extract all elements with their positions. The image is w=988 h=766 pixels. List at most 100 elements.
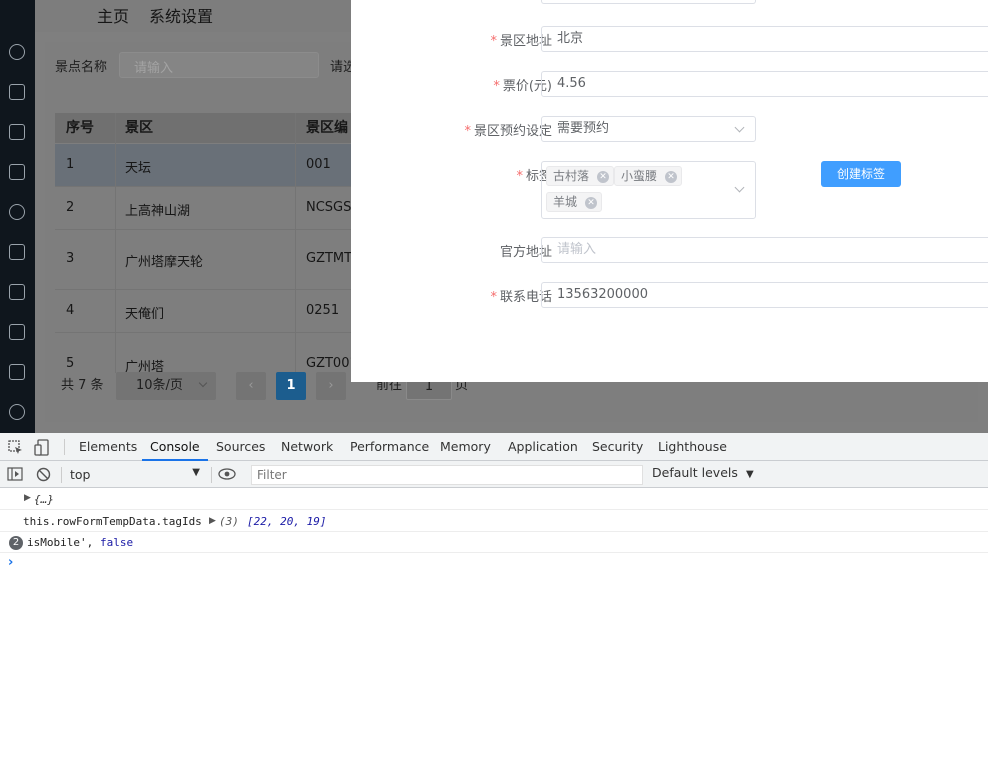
row-index: 5 xyxy=(66,356,75,371)
row-index: 2 xyxy=(66,200,75,215)
table-row[interactable]: 3 广州塔摩天轮 GZTMT xyxy=(55,230,355,290)
console-toolbar: top ▼ Filter Default levels ▼ xyxy=(0,461,988,488)
column-divider xyxy=(115,113,116,373)
report-icon[interactable] xyxy=(9,284,25,300)
console-filter-input[interactable]: Filter xyxy=(251,465,643,485)
yen-icon[interactable] xyxy=(9,204,25,220)
log-levels-select[interactable]: Default levels ▼ xyxy=(652,465,754,485)
col-header-index: 序号 xyxy=(66,120,94,136)
col-header-code: 景区编号 xyxy=(306,120,348,166)
phone-input[interactable]: 13563200000 xyxy=(541,282,988,308)
log-text: this.rowFormTempData.tagIds xyxy=(23,515,202,528)
row-name: 天俺们 xyxy=(125,307,165,322)
row-index: 1 xyxy=(66,157,75,172)
clear-console-icon[interactable] xyxy=(36,467,51,482)
row-code: 001 xyxy=(306,157,331,172)
app-window: 主页 系统设置 景点名称 请输入 请选 序号 景区 景区编号 1 天坛 001 … xyxy=(0,0,988,433)
close-icon[interactable]: ✕ xyxy=(585,197,598,209)
booking-label: * 景区预约设定 xyxy=(464,124,552,139)
tab-elements[interactable]: Elements xyxy=(79,433,137,461)
column-divider xyxy=(295,113,296,373)
tag-chip: 羊城 ✕ xyxy=(546,192,603,212)
table-row[interactable]: 1 天坛 001 xyxy=(55,144,355,187)
tag-label: 古村落 xyxy=(553,169,590,183)
tab-console[interactable]: Console xyxy=(142,433,208,461)
row-code: NCSGS xyxy=(306,200,352,215)
close-icon[interactable]: ✕ xyxy=(597,171,610,183)
total-count: 共 7 条 xyxy=(61,378,104,393)
next-page-button[interactable]: › xyxy=(316,372,346,400)
tag-chip: 小蛮腰 ✕ xyxy=(614,166,683,186)
row-name: 广州塔 xyxy=(125,360,165,373)
row-index: 4 xyxy=(66,303,75,318)
console-prompt[interactable]: › xyxy=(0,554,988,574)
calendar-icon[interactable] xyxy=(9,244,25,260)
name-filter-input[interactable]: 请输入 xyxy=(119,52,319,78)
booking-value: 需要预约 xyxy=(557,121,610,136)
toolbar-divider xyxy=(61,467,62,483)
table-row[interactable]: 4 天俺们 0251 xyxy=(55,290,355,333)
prompt-chevron-icon: › xyxy=(8,555,14,570)
log-object: {…} xyxy=(34,493,54,506)
sidebar-toggle-icon[interactable] xyxy=(7,467,23,481)
row-code: 0251 xyxy=(306,303,340,318)
tag-label: 小蛮腰 xyxy=(621,169,658,183)
log-entry[interactable]: this.rowFormTempData.tagIds ▶ (3) [22, 2… xyxy=(0,511,988,532)
tab-sources[interactable]: Sources xyxy=(216,433,265,461)
settings-doc-icon[interactable] xyxy=(9,324,25,340)
row-index: 3 xyxy=(66,251,75,266)
close-icon[interactable]: ✕ xyxy=(665,171,678,183)
tab-performance[interactable]: Performance xyxy=(350,433,429,461)
prev-field-input[interactable] xyxy=(541,0,756,4)
array-count: (3) xyxy=(219,515,239,528)
file-icon[interactable] xyxy=(9,124,25,140)
scenic-table: 序号 景区 景区编号 1 天坛 001 2 上高神山湖 NCSGS 3 广州塔摩… xyxy=(55,113,355,373)
row-name: 天坛 xyxy=(125,161,152,176)
inspect-element-icon[interactable] xyxy=(8,440,24,456)
context-select[interactable]: top ▼ xyxy=(66,465,206,484)
table-row[interactable]: 2 上高神山湖 NCSGS xyxy=(55,187,355,230)
prev-page-button[interactable]: ‹ xyxy=(236,372,266,400)
dropdown-arrow-icon: ▼ xyxy=(192,467,200,478)
document-icon[interactable] xyxy=(9,84,25,100)
log-value: false xyxy=(100,536,134,549)
table-row[interactable]: 5 广州塔 GZT001 xyxy=(55,333,355,373)
expand-arrow-icon[interactable]: ▶ xyxy=(209,516,216,526)
nav-settings[interactable]: 系统设置 xyxy=(149,3,213,27)
nav-home[interactable]: 主页 xyxy=(97,3,129,27)
context-value: top xyxy=(70,467,91,482)
devtools-tab-bar: Elements Console Sources Network Perform… xyxy=(0,433,988,461)
log-text: isMobile', xyxy=(27,536,94,549)
notes-icon[interactable] xyxy=(9,364,25,380)
tab-network[interactable]: Network xyxy=(281,433,333,461)
tab-memory[interactable]: Memory xyxy=(440,433,491,461)
list-icon[interactable] xyxy=(9,164,25,180)
tab-security[interactable]: Security xyxy=(592,433,643,461)
col-header-name: 景区 xyxy=(125,120,153,136)
booking-select[interactable]: 需要预约 xyxy=(541,116,756,142)
expand-arrow-icon[interactable]: ▶ xyxy=(24,493,31,503)
name-filter-label: 景点名称 xyxy=(55,60,108,75)
tags-select[interactable]: 古村落 ✕ 小蛮腰 ✕ 羊城 ✕ xyxy=(541,161,756,219)
repeat-count-badge: 2 xyxy=(9,536,23,550)
eye-icon[interactable] xyxy=(218,468,236,480)
device-toggle-icon[interactable] xyxy=(34,439,50,456)
tag-label: 羊城 xyxy=(553,195,578,209)
page-size-select[interactable]: 10条/页 xyxy=(116,372,216,400)
toolbar-divider xyxy=(64,439,65,455)
user-icon[interactable] xyxy=(9,44,25,60)
row-code: GZTMT xyxy=(306,251,353,266)
gear-icon[interactable] xyxy=(9,404,25,420)
log-entry[interactable]: ▶ {…} xyxy=(0,489,988,510)
chevron-down-icon xyxy=(734,122,745,133)
chevron-down-icon xyxy=(198,378,208,388)
log-entry[interactable]: 2 isMobile', false xyxy=(0,533,988,553)
tab-application[interactable]: Application xyxy=(508,433,578,461)
price-input[interactable]: 4.56 xyxy=(541,71,988,97)
address-input[interactable]: 北京 xyxy=(541,26,988,52)
create-tag-button[interactable]: 创建标签 xyxy=(821,161,901,187)
website-input[interactable]: 请输入 xyxy=(541,237,988,263)
current-page[interactable]: 1 xyxy=(276,372,306,400)
tab-lighthouse[interactable]: Lighthouse xyxy=(658,433,727,461)
toolbar-divider xyxy=(211,467,212,483)
